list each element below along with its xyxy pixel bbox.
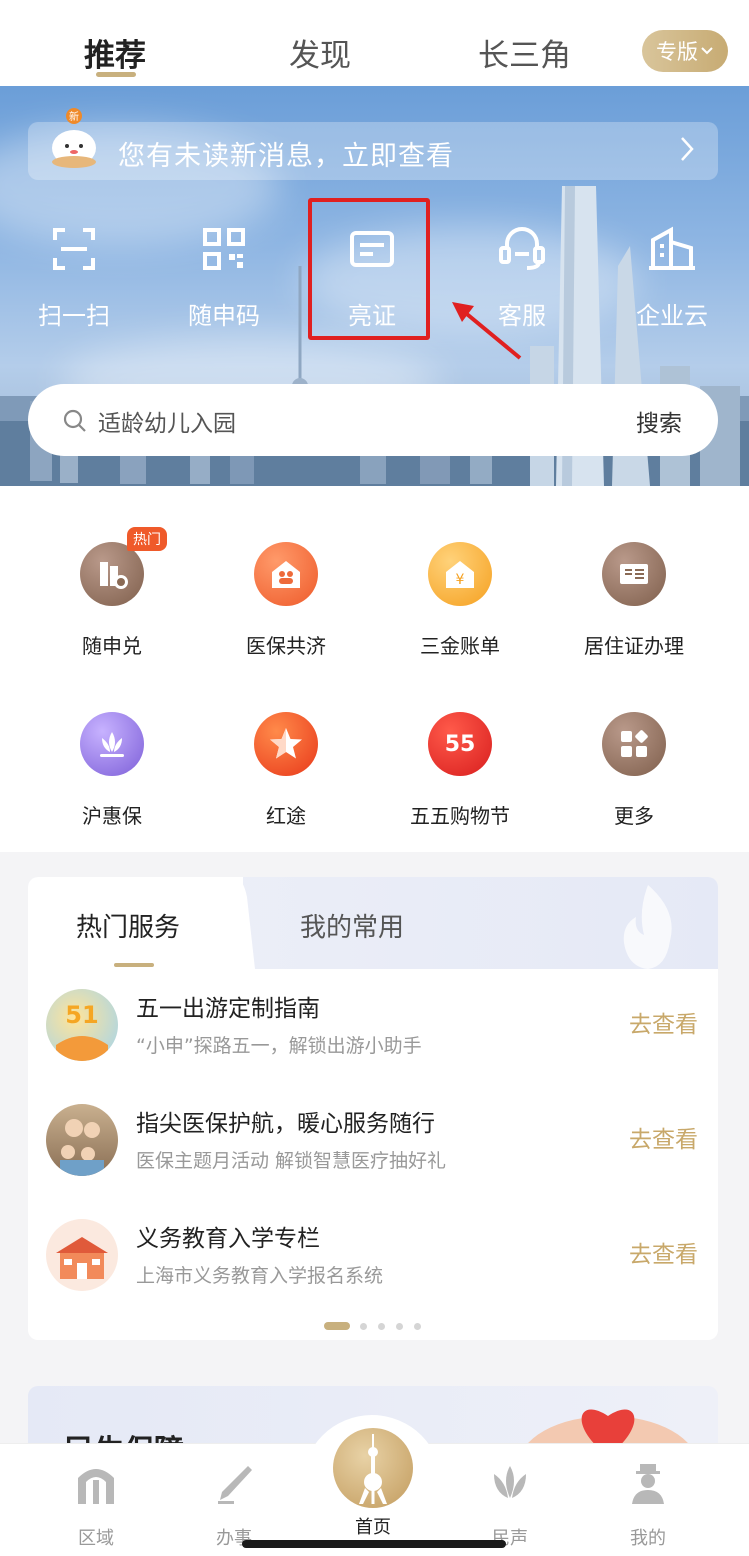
tab-public-voice[interactable]: 民声 bbox=[450, 1462, 570, 1550]
quick-action-qr-code[interactable]: 随申码 bbox=[164, 224, 284, 331]
search-icon bbox=[63, 409, 86, 432]
carousel-dot bbox=[414, 1323, 421, 1330]
edition-dropdown-button[interactable]: 专版 bbox=[642, 30, 728, 72]
service-list-item[interactable]: 指尖医保护航，暖心服务随行 医保主题月活动 解锁智慧医疗抽好礼 去查看 bbox=[28, 1088, 718, 1203]
scan-icon bbox=[53, 228, 95, 270]
family-photo-thumbnail bbox=[46, 1104, 118, 1176]
more-grid-icon bbox=[602, 712, 666, 776]
service-subtitle: 医保主题月活动 解锁智慧医疗抽好礼 bbox=[136, 1150, 447, 1172]
svg-text:51: 51 bbox=[65, 1001, 98, 1029]
quick-action-label: 企业云 bbox=[636, 302, 708, 330]
enterprise-building-icon bbox=[649, 226, 695, 270]
view-button[interactable]: 去查看 bbox=[629, 1235, 698, 1269]
tab-hot-services[interactable]: 热门服务 bbox=[76, 907, 180, 944]
headset-icon bbox=[499, 227, 545, 270]
carousel-dot-active bbox=[324, 1322, 350, 1330]
travel-guide-thumbnail: 51 bbox=[46, 989, 118, 1061]
svg-text:¥: ¥ bbox=[456, 572, 465, 588]
quick-action-label: 扫一扫 bbox=[38, 302, 110, 330]
view-button[interactable]: 去查看 bbox=[629, 1005, 698, 1039]
search-input[interactable]: 适龄幼儿入园 bbox=[98, 404, 236, 438]
home-indicator bbox=[242, 1540, 506, 1548]
flame-watermark-icon bbox=[623, 885, 672, 969]
new-badge: 新 bbox=[69, 110, 79, 123]
service-title: 指尖医保护航，暖心服务随行 bbox=[136, 1111, 435, 1137]
services-grid: 随申兑 医保共济 ¥ 三金账单 居住证办理 沪惠保 红途 55 五五购物节 更多 bbox=[0, 486, 749, 852]
chevron-right-icon bbox=[681, 137, 694, 161]
service-label: 三金账单 bbox=[420, 634, 500, 658]
svg-text:55: 55 bbox=[445, 732, 476, 757]
pearl-tower-icon bbox=[359, 1434, 387, 1504]
tab-recommend[interactable]: 推荐 bbox=[84, 30, 146, 75]
carousel-dot bbox=[378, 1323, 385, 1330]
service-huhuibao[interactable]: 沪惠保 bbox=[42, 712, 182, 829]
search-button[interactable]: 搜索 bbox=[636, 404, 682, 438]
service-55-shopping-festival[interactable]: 55 五五购物节 bbox=[390, 712, 530, 829]
chevron-down-icon bbox=[701, 47, 713, 55]
service-suishendui[interactable]: 随申兑 bbox=[42, 542, 182, 659]
quick-action-scan[interactable]: 扫一扫 bbox=[14, 224, 134, 331]
service-hongtu[interactable]: 红途 bbox=[216, 712, 356, 829]
active-tab-underline bbox=[96, 72, 136, 77]
building-voucher-icon bbox=[80, 542, 144, 606]
lotus-icon bbox=[80, 712, 144, 776]
hot-tag-badge: 热门 bbox=[127, 527, 167, 551]
service-subtitle: 上海市义务教育入学报名系统 bbox=[136, 1265, 384, 1287]
banner: 新 您有未读新消息，立即查看 扫一扫 随申码 亮证 客服 企业云 适龄幼儿入园 … bbox=[0, 86, 749, 486]
quick-action-enterprise-cloud[interactable]: 企业云 bbox=[612, 224, 732, 331]
service-label: 更多 bbox=[614, 804, 654, 828]
tab-discover[interactable]: 发现 bbox=[289, 30, 351, 75]
service-label: 居住证办理 bbox=[584, 634, 684, 658]
pen-nib-icon bbox=[218, 1466, 252, 1504]
service-subtitle: “小申”探路五一，解锁出游小助手 bbox=[136, 1035, 422, 1057]
gate-arch-icon bbox=[78, 1469, 114, 1504]
hot-services-card: 热门服务 我的常用 51 五一出游定制指南 “小申”探路五一，解锁出游小助手 去… bbox=[28, 877, 718, 1340]
qr-code-icon bbox=[203, 228, 245, 270]
service-more[interactable]: 更多 bbox=[564, 712, 704, 829]
service-residence-permit[interactable]: 居住证办理 bbox=[564, 542, 704, 659]
service-title: 义务教育入学专栏 bbox=[136, 1226, 320, 1252]
tab-home[interactable] bbox=[333, 1428, 413, 1508]
service-medical-mutual-aid[interactable]: 医保共济 bbox=[216, 542, 356, 659]
service-label: 随申兑 bbox=[82, 634, 142, 658]
tab-mine[interactable]: 我的 bbox=[588, 1462, 708, 1550]
tab-yangtze-delta[interactable]: 长三角 bbox=[478, 30, 571, 75]
magnolia-icon bbox=[494, 1466, 526, 1498]
tab-home-label: 首页 bbox=[355, 1517, 391, 1538]
service-list-item[interactable]: 义务教育入学专栏 上海市义务教育入学报名系统 去查看 bbox=[28, 1203, 718, 1318]
quick-action-label: 随申码 bbox=[188, 302, 260, 330]
tab-label: 我的 bbox=[630, 1528, 666, 1549]
view-button[interactable]: 去查看 bbox=[629, 1120, 698, 1154]
unread-message-notice[interactable]: 新 您有未读新消息，立即查看 bbox=[28, 108, 718, 180]
service-label: 医保共济 bbox=[246, 634, 326, 658]
service-label: 五五购物节 bbox=[410, 804, 510, 828]
tab-label: 区域 bbox=[78, 1528, 114, 1549]
highlight-annotation-box bbox=[308, 198, 430, 340]
active-tab-underline bbox=[114, 963, 154, 967]
school-building-thumbnail bbox=[46, 1219, 118, 1291]
top-nav: 推荐 发现 长三角 专版 bbox=[0, 0, 749, 86]
edition-label: 专版 bbox=[656, 40, 698, 64]
user-profile-icon bbox=[632, 1464, 664, 1504]
residence-card-icon bbox=[602, 542, 666, 606]
shopping-festival-55-icon: 55 bbox=[428, 712, 492, 776]
carousel-dot bbox=[396, 1323, 403, 1330]
service-label: 沪惠保 bbox=[82, 804, 142, 828]
tab-affairs[interactable]: 办事 bbox=[174, 1462, 294, 1550]
search-bar[interactable]: 适龄幼儿入园 搜索 bbox=[28, 384, 718, 456]
house-yen-icon: ¥ bbox=[428, 542, 492, 606]
house-family-icon bbox=[254, 542, 318, 606]
mascot-icon: 新 bbox=[52, 108, 96, 168]
service-three-funds-bill[interactable]: ¥ 三金账单 bbox=[390, 542, 530, 659]
annotation-arrow-icon bbox=[452, 302, 522, 360]
service-title: 五一出游定制指南 bbox=[136, 996, 320, 1022]
service-label: 红途 bbox=[266, 804, 306, 828]
tab-my-frequent[interactable]: 我的常用 bbox=[300, 907, 404, 944]
service-list-item[interactable]: 51 五一出游定制指南 “小申”探路五一，解锁出游小助手 去查看 bbox=[28, 973, 718, 1088]
tab-curve-decoration bbox=[233, 877, 255, 969]
carousel-dot bbox=[360, 1323, 367, 1330]
notice-text: 您有未读新消息，立即查看 bbox=[118, 141, 454, 172]
tab-region[interactable]: 区域 bbox=[36, 1462, 156, 1550]
red-star-icon bbox=[254, 712, 318, 776]
